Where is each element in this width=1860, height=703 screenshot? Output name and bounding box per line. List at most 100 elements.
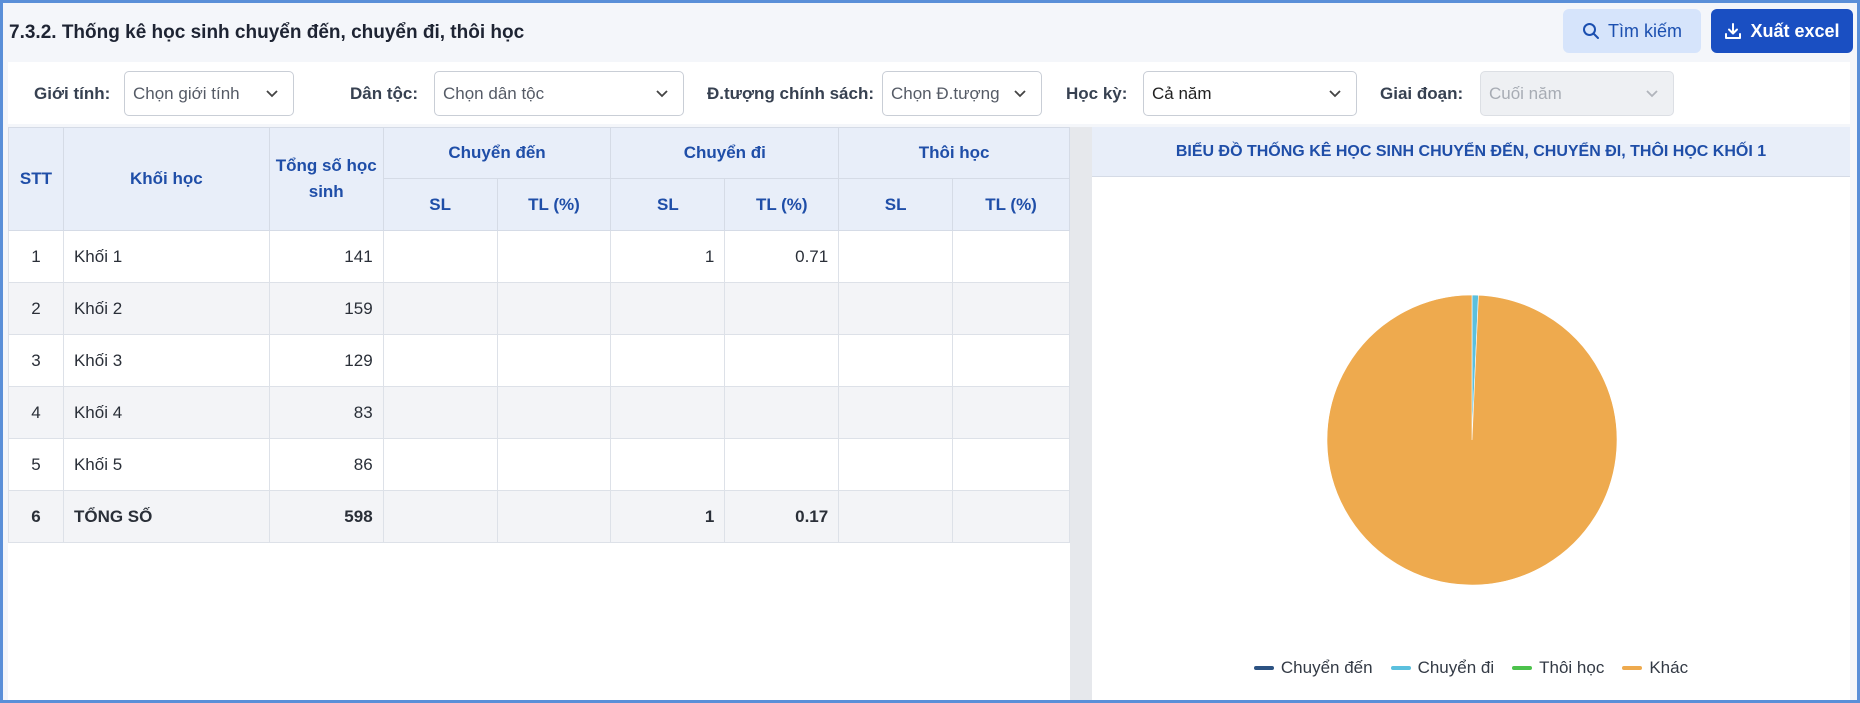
cell-grade: TỔNG SỐ <box>62 490 270 543</box>
cell-drop-tl <box>952 334 1070 387</box>
stage-label: Giai đoạn: <box>1380 84 1464 103</box>
cell-stt: 2 <box>8 282 64 335</box>
table-row: 3 Khối 3 129 <box>8 334 1070 387</box>
stage-select[interactable]: Cuối năm <box>1480 71 1674 116</box>
legend-label: Chuyển đi <box>1417 658 1495 677</box>
cell-out-sl <box>610 334 726 387</box>
cell-out-tl <box>724 438 840 491</box>
cell-drop-sl <box>838 438 954 491</box>
cell-out-sl <box>610 438 726 491</box>
cell-stt: 3 <box>8 334 64 387</box>
cell-stt: 5 <box>8 438 64 491</box>
cell-out-sl <box>610 386 726 439</box>
download-icon <box>1724 22 1742 40</box>
search-button[interactable]: Tìm kiếm <box>1563 9 1701 53</box>
search-icon <box>1582 22 1600 40</box>
cell-drop-tl <box>952 438 1070 491</box>
cell-in-sl <box>382 490 498 543</box>
filter-bar: Giới tính: Chọn giới tính Dân tộc: Chọn … <box>8 62 1850 124</box>
gender-select[interactable]: Chọn giới tính <box>124 71 294 116</box>
table-row: 5 Khối 5 86 <box>8 438 1070 491</box>
cell-total: 141 <box>268 230 384 283</box>
chevron-down-icon <box>1329 90 1341 98</box>
pie-slice-3[interactable] <box>1326 294 1618 586</box>
ethnicity-label: Dân tộc: <box>350 84 418 103</box>
legend-item[interactable]: Chuyển đi <box>1390 658 1495 678</box>
pie-chart <box>1326 294 1618 586</box>
cell-grade: Khối 4 <box>62 386 270 439</box>
table-row: 1 Khối 1 141 1 0.71 <box>8 230 1070 283</box>
cell-in-tl <box>496 334 612 387</box>
ethnicity-select-value: Chọn dân tộc <box>443 83 545 103</box>
table-row: 2 Khối 2 159 <box>8 282 1070 335</box>
cell-in-sl <box>382 282 498 335</box>
cell-drop-tl <box>952 282 1070 335</box>
cell-out-sl <box>610 282 726 335</box>
legend-item[interactable]: Thôi học <box>1512 658 1604 678</box>
semester-label: Học kỳ: <box>1066 84 1128 103</box>
legend-swatch <box>1253 666 1274 670</box>
panel-scrollbar[interactable] <box>1070 127 1092 700</box>
chevron-down-icon <box>656 90 668 98</box>
cell-out-tl: 0.17 <box>724 490 840 543</box>
cell-drop-sl <box>838 490 954 543</box>
cell-drop-sl <box>838 334 954 387</box>
table-row: 4 Khối 4 83 <box>8 386 1070 439</box>
header-out-tl: TL (%) <box>724 178 840 231</box>
cell-grade: Khối 1 <box>62 230 270 283</box>
legend-swatch <box>1512 666 1533 670</box>
cell-drop-sl <box>838 230 954 283</box>
cell-stt: 4 <box>8 386 64 439</box>
header-drop-tl: TL (%) <box>952 178 1070 231</box>
search-button-label: Tìm kiếm <box>1608 20 1682 41</box>
policy-label: Đ.tượng chính sách: <box>707 84 875 103</box>
legend-label: Thôi học <box>1539 658 1605 677</box>
gender-label: Giới tính: <box>34 84 111 103</box>
page-title: 7.3.2. Thống kê học sinh chuyển đến, chu… <box>9 22 525 43</box>
cell-total: 129 <box>268 334 384 387</box>
legend-label: Khác <box>1649 658 1689 677</box>
header-transfer-out: Chuyển đi <box>610 127 840 179</box>
header-stt: STT <box>8 127 64 231</box>
cell-stt: 1 <box>8 230 64 283</box>
legend-item[interactable]: Chuyển đến <box>1253 658 1373 678</box>
header-grade: Khối học <box>62 127 270 231</box>
legend-item[interactable]: Khác <box>1622 658 1688 678</box>
header-in-tl: TL (%) <box>496 178 612 231</box>
semester-select-value: Cả năm <box>1152 83 1212 103</box>
cell-drop-tl <box>952 230 1070 283</box>
export-excel-button[interactable]: Xuất excel <box>1711 9 1853 53</box>
policy-select-value: Chọn Đ.tượng <box>891 83 1000 103</box>
semester-select[interactable]: Cả năm <box>1143 71 1357 116</box>
cell-total: 86 <box>268 438 384 491</box>
header-transfer-in: Chuyển đến <box>382 127 612 179</box>
stats-table: STT Khối học Tổng số học sinh Chuyển đến… <box>8 127 1070 543</box>
cell-grade: Khối 2 <box>62 282 270 335</box>
cell-stt: 6 <box>8 490 64 543</box>
chevron-down-icon <box>1014 90 1026 98</box>
cell-drop-sl <box>838 386 954 439</box>
stats-table-container: STT Khối học Tổng số học sinh Chuyển đến… <box>8 127 1070 700</box>
chart-legend: Chuyển đến Chuyển đi Thôi học Khác <box>1092 658 1850 678</box>
header-bar: 7.3.2. Thống kê học sinh chuyển đến, chu… <box>3 3 1857 61</box>
cell-grade: Khối 3 <box>62 334 270 387</box>
stage-select-value: Cuối năm <box>1489 83 1562 103</box>
cell-in-tl <box>496 438 612 491</box>
cell-out-tl <box>724 386 840 439</box>
cell-total: 83 <box>268 386 384 439</box>
cell-in-sl <box>382 230 498 283</box>
legend-label: Chuyển đến <box>1280 658 1373 677</box>
cell-in-tl <box>496 282 612 335</box>
cell-in-tl <box>496 230 612 283</box>
cell-out-tl: 0.71 <box>724 230 840 283</box>
ethnicity-select[interactable]: Chọn dân tộc <box>434 71 684 116</box>
chevron-down-icon <box>1646 90 1658 98</box>
cell-in-tl <box>496 490 612 543</box>
chart-panel: BIỂU ĐỒ THỐNG KÊ HỌC SINH CHUYỂN ĐẾN, CH… <box>1092 127 1850 700</box>
cell-in-sl <box>382 334 498 387</box>
cell-drop-tl <box>952 490 1070 543</box>
policy-select[interactable]: Chọn Đ.tượng <box>882 71 1042 116</box>
cell-in-sl <box>382 438 498 491</box>
header-in-sl: SL <box>382 178 498 231</box>
cell-total: 598 <box>268 490 384 543</box>
